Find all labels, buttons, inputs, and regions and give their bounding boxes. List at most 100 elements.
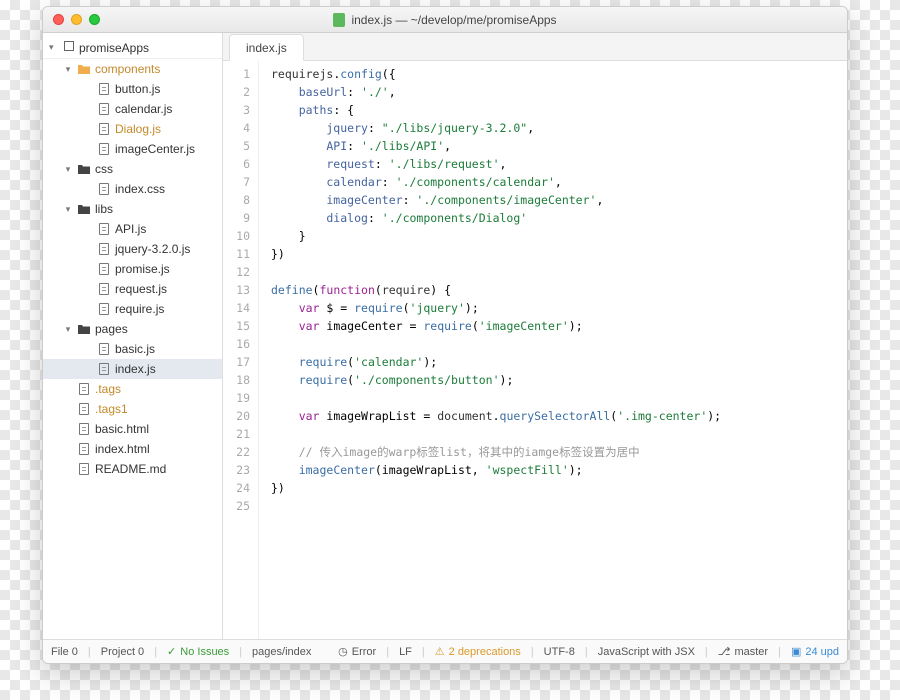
tab-index-js[interactable]: index.js	[229, 34, 304, 61]
folder-components[interactable]: ▾ components	[43, 59, 222, 79]
tree-item-label: components	[95, 62, 160, 76]
file-api-js[interactable]: API.js	[43, 219, 222, 239]
code-line[interactable]: API: './libs/API',	[271, 137, 847, 155]
tree-item-label: index.css	[115, 182, 165, 196]
code-line[interactable]	[271, 389, 847, 407]
package-icon: ▣	[791, 645, 801, 658]
code-line[interactable]	[271, 425, 847, 443]
sidebar[interactable]: ▾ promiseApps ▾ components button.js calend…	[43, 33, 223, 639]
code-line[interactable]: imageCenter(imageWrapList, 'wspectFill')…	[271, 461, 847, 479]
file-icon	[97, 342, 111, 356]
code-editor[interactable]: 1234567891011121314151617181920212223242…	[223, 61, 847, 639]
code-line[interactable]: var imageCenter = require('imageCenter')…	[271, 317, 847, 335]
file-basic-html[interactable]: basic.html	[43, 419, 222, 439]
file-imagecenter-js[interactable]: imageCenter.js	[43, 139, 222, 159]
code-line[interactable]: baseUrl: './',	[271, 83, 847, 101]
code-line[interactable]: })	[271, 245, 847, 263]
code-line[interactable]: calendar: './components/calendar',	[271, 173, 847, 191]
status-updates[interactable]: ▣ 24 upd	[791, 645, 839, 658]
line-number: 23	[223, 461, 250, 479]
file-icon	[77, 402, 91, 416]
status-file-count[interactable]: File 0	[51, 646, 78, 658]
code-line[interactable]: define(function(require) {	[271, 281, 847, 299]
file-jquery-3-2-0-js[interactable]: jquery-3.2.0.js	[43, 239, 222, 259]
code-content[interactable]: requirejs.config({ baseUrl: './', paths:…	[259, 61, 847, 639]
code-line[interactable]	[271, 497, 847, 515]
folder-icon	[77, 162, 91, 176]
file-button-js[interactable]: button.js	[43, 79, 222, 99]
file-dialog-js[interactable]: Dialog.js	[43, 119, 222, 139]
file-promise-js[interactable]: promise.js	[43, 259, 222, 279]
code-line[interactable]: var $ = require('jquery');	[271, 299, 847, 317]
tree-item-label: .tags1	[95, 402, 128, 416]
code-line[interactable]: require('calendar');	[271, 353, 847, 371]
titlebar[interactable]: index.js — ~/develop/me/promiseApps	[43, 7, 847, 33]
code-line[interactable]: paths: {	[271, 101, 847, 119]
status-issues[interactable]: ✓ No Issues	[167, 645, 229, 658]
minimize-window-button[interactable]	[71, 14, 82, 25]
file-request-js[interactable]: request.js	[43, 279, 222, 299]
line-number: 1	[223, 65, 250, 83]
code-line[interactable]: var imageWrapList = document.querySelect…	[271, 407, 847, 425]
maximize-window-button[interactable]	[89, 14, 100, 25]
line-number: 17	[223, 353, 250, 371]
file-icon	[97, 142, 111, 156]
file-readme-md[interactable]: README.md	[43, 459, 222, 479]
code-line[interactable]: })	[271, 479, 847, 497]
status-error[interactable]: ◷ Error	[338, 645, 376, 658]
code-line[interactable]	[271, 335, 847, 353]
js-file-icon	[333, 13, 345, 27]
file-require-js[interactable]: require.js	[43, 299, 222, 319]
status-line-ending[interactable]: LF	[399, 646, 412, 658]
line-number: 12	[223, 263, 250, 281]
file-index-css[interactable]: index.css	[43, 179, 222, 199]
file--tags1[interactable]: .tags1	[43, 399, 222, 419]
folder-libs[interactable]: ▾libs	[43, 199, 222, 219]
close-window-button[interactable]	[53, 14, 64, 25]
code-line[interactable]: requirejs.config({	[271, 65, 847, 83]
folder-css[interactable]: ▾css	[43, 159, 222, 179]
file-icon	[97, 242, 111, 256]
tab-bar[interactable]: index.js	[223, 33, 847, 61]
code-line[interactable]: require('./components/button');	[271, 371, 847, 389]
tree-item-label: API.js	[115, 222, 146, 236]
line-number: 13	[223, 281, 250, 299]
code-line[interactable]: dialog: './components/Dialog'	[271, 209, 847, 227]
traffic-lights	[53, 14, 100, 25]
folder-pages[interactable]: ▾pages	[43, 319, 222, 339]
status-branch[interactable]: ⎇ master	[718, 645, 768, 658]
file-tree: ▾ components button.js calendar.js Dialog.js…	[43, 59, 222, 479]
chevron-down-icon: ▾	[63, 324, 73, 335]
code-line[interactable]: }	[271, 227, 847, 245]
line-number: 8	[223, 191, 250, 209]
file-index-js[interactable]: index.js	[43, 359, 222, 379]
file-calendar-js[interactable]: calendar.js	[43, 99, 222, 119]
line-number: 4	[223, 119, 250, 137]
line-number-gutter: 1234567891011121314151617181920212223242…	[223, 61, 259, 639]
status-deprecations[interactable]: ⚠ 2 deprecations	[435, 645, 521, 658]
branch-icon: ⎇	[718, 645, 731, 658]
tree-item-label: calendar.js	[115, 102, 172, 116]
tree-item-label: require.js	[115, 302, 164, 316]
line-number: 9	[223, 209, 250, 227]
editor-window: index.js — ~/develop/me/promiseApps ▾ pr…	[42, 6, 848, 664]
status-path[interactable]: pages/index	[252, 646, 311, 658]
line-number: 21	[223, 425, 250, 443]
code-line[interactable]	[271, 263, 847, 281]
line-number: 6	[223, 155, 250, 173]
line-number: 15	[223, 317, 250, 335]
file--tags[interactable]: .tags	[43, 379, 222, 399]
code-line[interactable]: jquery: "./libs/jquery-3.2.0",	[271, 119, 847, 137]
code-line[interactable]: imageCenter: './components/imageCenter',	[271, 191, 847, 209]
status-language[interactable]: JavaScript with JSX	[598, 646, 695, 658]
file-basic-js[interactable]: basic.js	[43, 339, 222, 359]
line-number: 10	[223, 227, 250, 245]
code-line[interactable]: request: './libs/request',	[271, 155, 847, 173]
status-encoding[interactable]: UTF-8	[544, 646, 575, 658]
chevron-down-icon: ▾	[63, 64, 73, 75]
file-index-html[interactable]: index.html	[43, 439, 222, 459]
folder-icon	[77, 322, 91, 336]
code-line[interactable]: // 传入image的warp标签list，将其中的iamge标签设置为居中	[271, 443, 847, 461]
project-root[interactable]: ▾ promiseApps	[43, 37, 222, 59]
status-project-count[interactable]: Project 0	[101, 646, 144, 658]
